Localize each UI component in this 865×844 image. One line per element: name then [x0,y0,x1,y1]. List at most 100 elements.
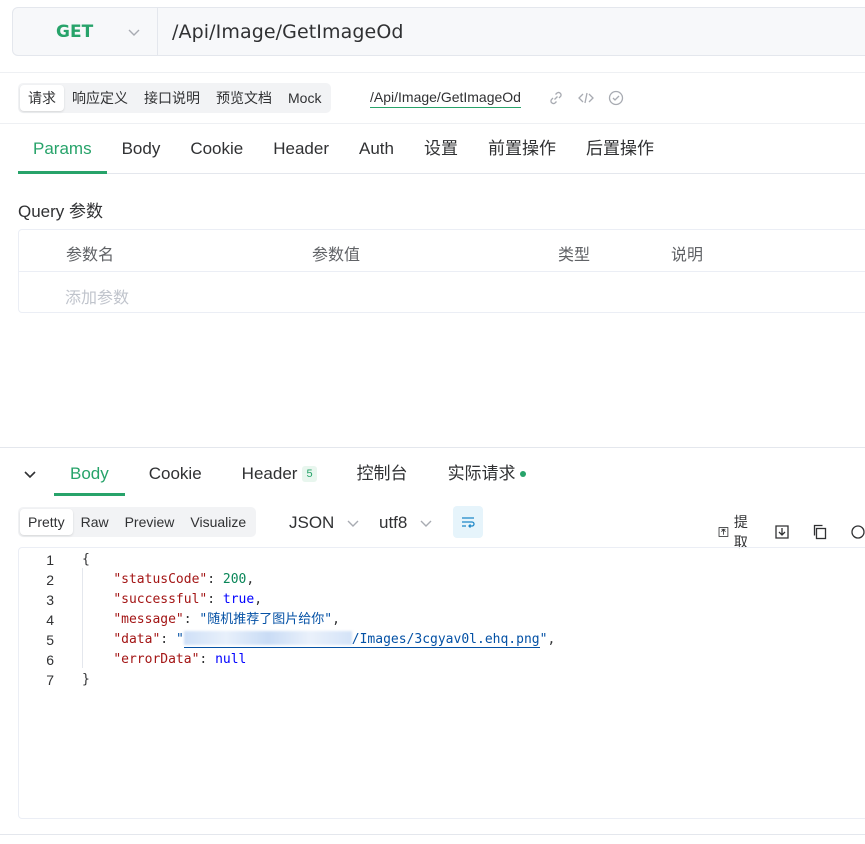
extract-icon [718,527,729,537]
view-visualize[interactable]: Visualize [182,509,254,535]
header-count-badge: 5 [302,465,317,482]
view-pretty[interactable]: Pretty [20,509,73,535]
collapse-chevron-icon[interactable] [18,462,42,486]
json-key: "message" [113,612,184,627]
segment-api-description[interactable]: 接口说明 [136,85,208,111]
json-quote: " [175,632,184,647]
tab-response-body-label: Body [70,463,109,483]
response-tabs: Body Cookie Header 5 控制台 实际请求 [18,451,865,496]
brace: } [82,672,90,687]
download-icon[interactable] [773,523,791,541]
extract-button[interactable]: 提取 [718,512,753,552]
code-line: 4 "message": "随机推荐了图片给你", [19,610,865,630]
json-url-link[interactable]: /Images/3cgyav0l.ehq.png [183,631,540,648]
code-line: 5 "data": "/Images/3cgyav0l.ehq.png", [19,630,865,650]
code-line: 7 } [19,670,865,690]
line-number: 3 [46,592,54,608]
tab-settings[interactable]: 设置 [409,126,473,173]
json-string: "随机推荐了图片给你" [199,612,333,627]
column-param-name: 参数名 [66,247,115,264]
code-text: "data": "/Images/3cgyav0l.ehq.png", [113,631,556,648]
tab-actual-request[interactable]: 实际请求 [428,452,546,496]
extract-label: 提取 [733,514,748,550]
tab-console[interactable]: 控制台 [337,452,428,496]
chevron-down-icon [128,29,140,36]
column-description: 说明 [671,247,704,264]
json-key: "successful" [113,592,208,607]
tab-body[interactable]: Body [107,126,176,173]
api-path-link[interactable]: /Api/Image/GetImageOd [370,89,521,108]
code-line: 2 "statusCode": 200, [19,570,865,590]
tab-pre-request[interactable]: 前置操作 [473,126,571,173]
encoding-label: utf8 [379,513,408,532]
response-toolbar: Pretty Raw Preview Visualize JSON utf8 提… [18,506,865,550]
request-mode-segment: 请求 响应定义 接口说明 预览文档 Mock [18,83,332,113]
code-icon[interactable] [577,89,595,107]
line-number: 4 [46,612,54,628]
tab-header[interactable]: Header [258,126,344,173]
format-select[interactable]: JSON [289,513,360,533]
response-actions: 提取 [718,512,865,552]
query-params-title: Query 参数 [18,202,104,221]
copy-icon[interactable] [811,523,829,541]
request-subbar: 请求 响应定义 接口说明 预览文档 Mock /Api/Image/GetIma… [0,72,865,124]
link-icon[interactable] [547,89,565,107]
chevron-down-icon [347,520,359,527]
tab-response-header-label: Header [241,463,298,483]
column-param-value: 参数值 [312,247,361,264]
add-param-placeholder[interactable]: 添加参数 [65,284,129,308]
line-number: 7 [46,672,54,688]
bottom-divider [0,834,865,835]
tab-params[interactable]: Params [18,126,107,174]
tab-response-header[interactable]: Header 5 [222,452,337,496]
line-number: 5 [46,632,54,648]
url-input[interactable]: /Api/Image/GetImageOd [172,21,404,43]
code-text: } [82,670,90,690]
tab-console-label: 控制台 [356,463,408,483]
redacted-host [183,631,352,645]
encoding-select[interactable]: utf8 [379,513,433,533]
tab-response-cookie[interactable]: Cookie [129,452,222,496]
tab-auth[interactable]: Auth [344,126,409,173]
code-line: 3 "successful": true, [19,590,865,610]
response-body-editor[interactable]: 1 { 2 "statusCode": 200, 3 "successful":… [18,547,865,819]
tab-post-request[interactable]: 后置操作 [571,126,669,173]
word-wrap-button[interactable] [453,506,483,538]
query-params-table: 参数名 参数值 类型 说明 添加参数 [18,229,865,313]
more-icon[interactable] [849,523,865,541]
code-text: { [82,550,90,570]
segment-preview-doc[interactable]: 预览文档 [208,85,280,111]
code-text: "successful": true, [113,592,263,607]
brace: { [82,552,90,567]
method-select[interactable]: GET [13,8,158,55]
table-header: 参数名 参数值 类型 说明 [19,230,865,272]
view-raw[interactable]: Raw [73,509,117,535]
chevron-down-icon [420,520,432,527]
view-preview[interactable]: Preview [117,509,183,535]
line-number: 1 [46,552,54,568]
line-number: 2 [46,572,54,588]
code-text: "errorData": null [113,652,247,667]
path-actions [547,89,625,107]
code-text: "statusCode": 200, [113,572,255,587]
wrap-icon [462,517,475,528]
segment-mock[interactable]: Mock [280,85,329,111]
tab-cookie[interactable]: Cookie [175,126,258,173]
view-mode-segment: Pretty Raw Preview Visualize [18,507,257,537]
request-tabs: Params Body Cookie Header Auth 设置 前置操作 后… [18,126,865,174]
tab-response-cookie-label: Cookie [148,463,202,483]
history-icon[interactable] [607,89,625,107]
segment-request[interactable]: 请求 [20,85,64,111]
json-key: "data" [113,632,161,647]
json-key: "errorData" [113,652,200,667]
line-number: 6 [46,652,54,668]
method-label: GET [56,21,94,42]
code-line: 6 "errorData": null [19,650,865,670]
tab-response-body[interactable]: Body [50,452,129,496]
column-type: 类型 [558,247,591,264]
segment-response-definition[interactable]: 响应定义 [64,85,136,111]
code-text: "message": "随机推荐了图片给你", [113,612,340,627]
format-label: JSON [289,513,335,532]
response-divider [0,447,865,448]
status-dot [519,470,526,477]
